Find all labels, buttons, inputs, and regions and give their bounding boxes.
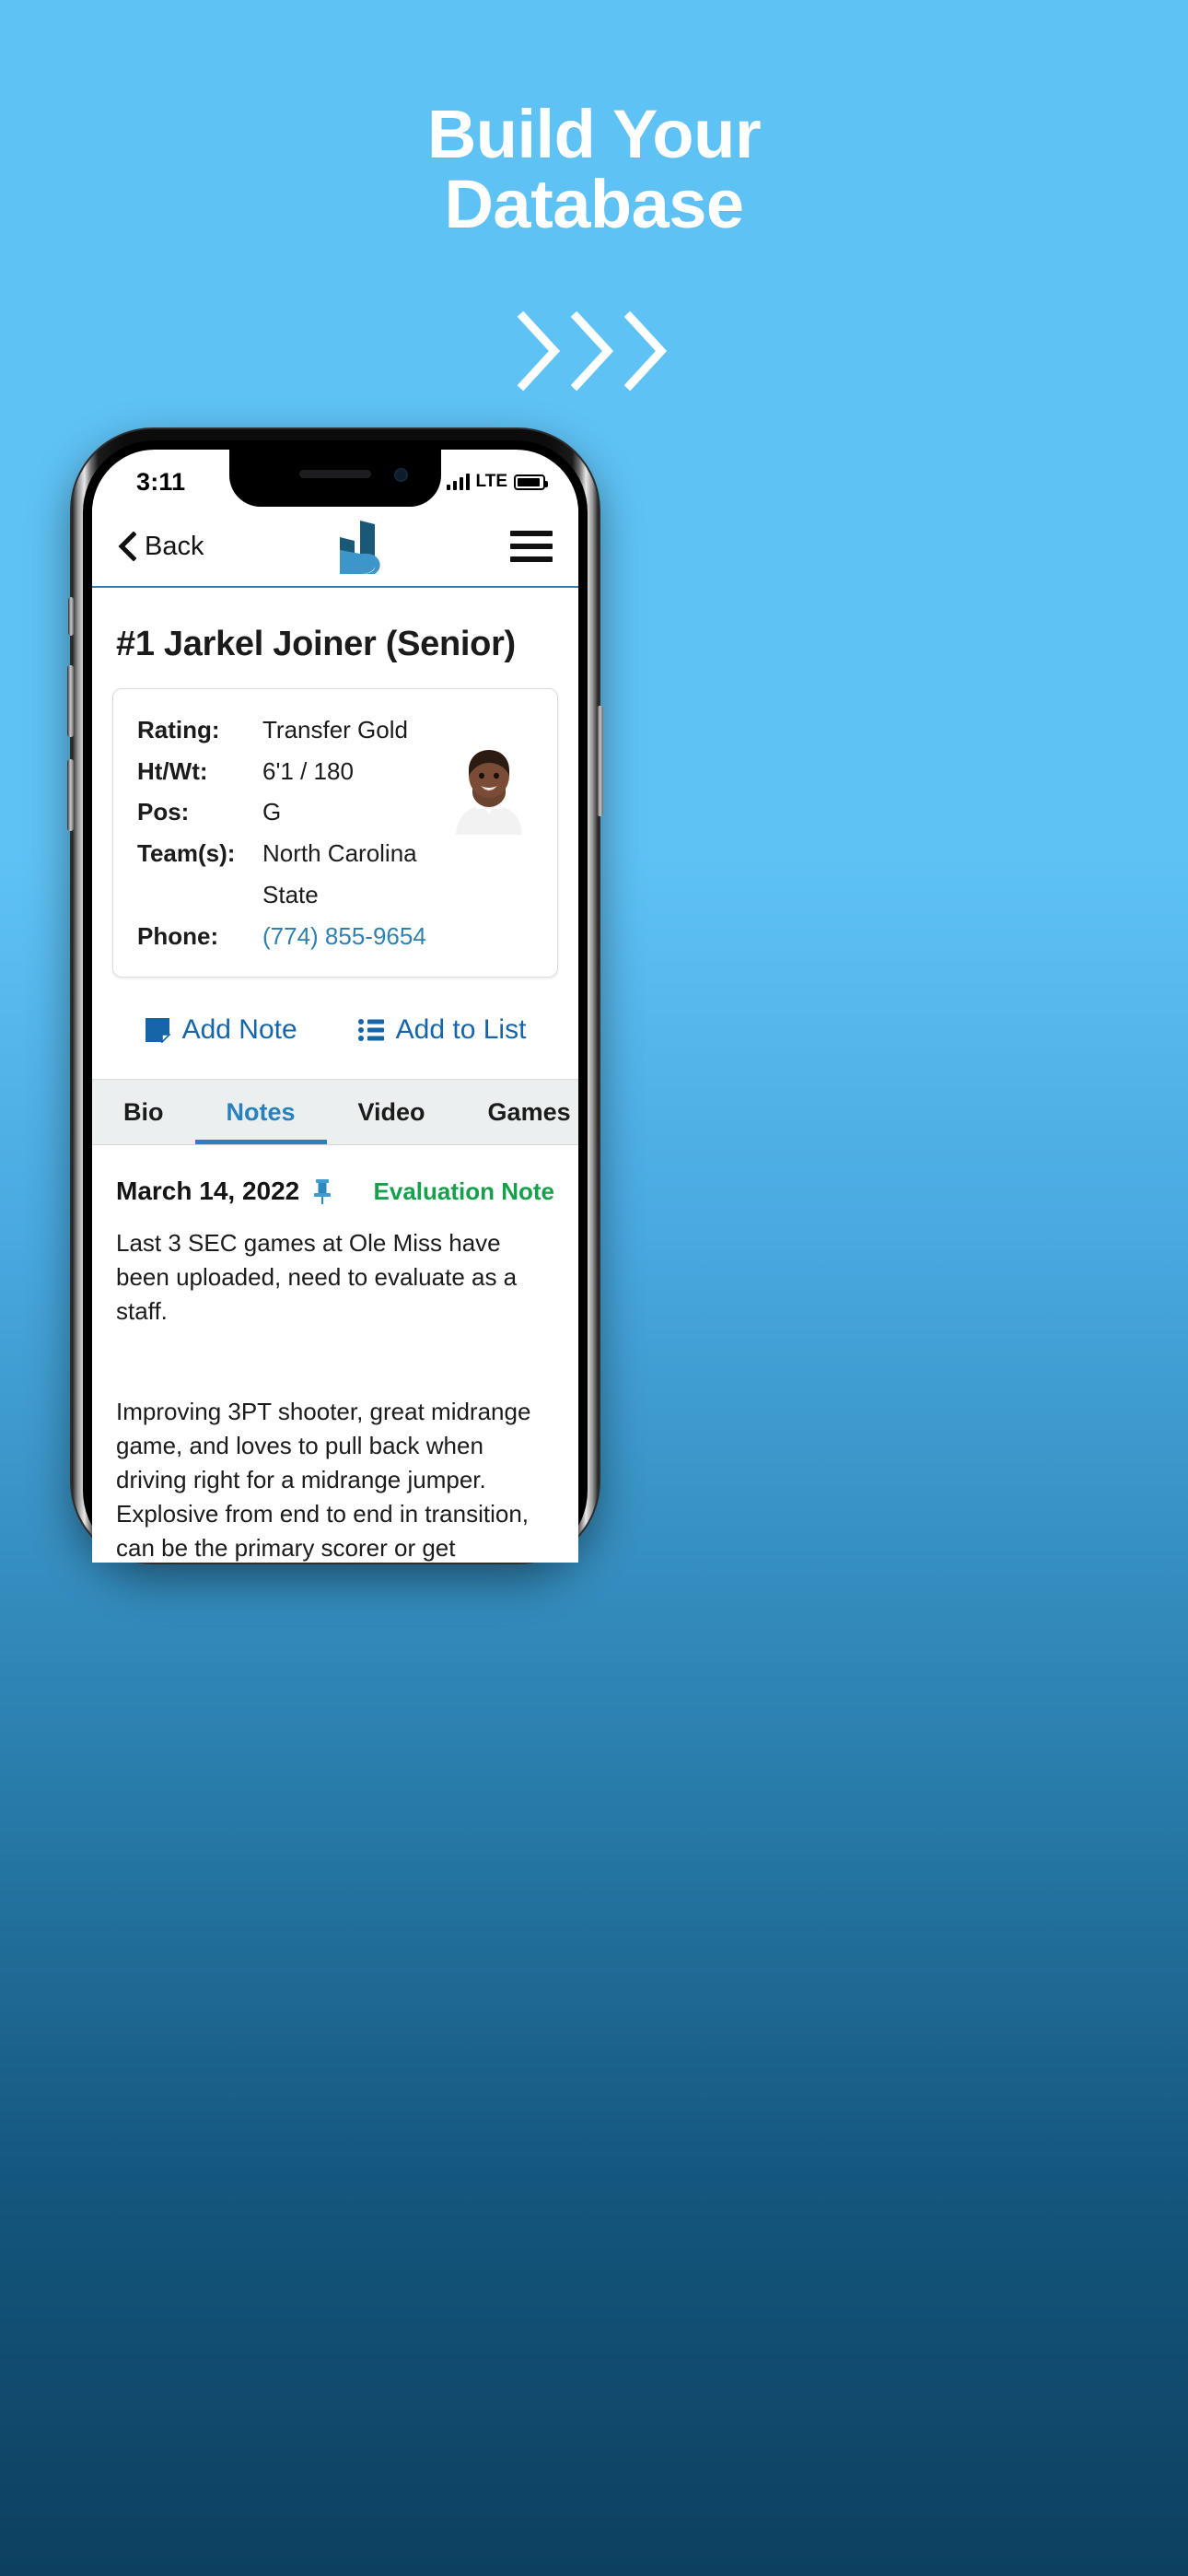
promo-title: Build Your Database <box>0 0 1188 240</box>
action-buttons-row: Add Note Add to List <box>92 978 578 1079</box>
chevron-right-icon <box>571 311 614 392</box>
tab-bio[interactable]: Bio <box>92 1080 195 1144</box>
back-button[interactable]: Back <box>118 532 204 562</box>
status-time: 3:11 <box>136 467 186 496</box>
hamburger-menu-icon[interactable] <box>509 531 553 562</box>
info-label: Ht/Wt: <box>137 756 208 785</box>
page-title: #1 Jarkel Joiner (Senior) <box>116 625 516 663</box>
battery-full-icon <box>514 474 548 490</box>
status-bar: 3:11 LTE <box>92 450 578 507</box>
table-row: Pos: G <box>137 791 439 833</box>
info-label: Team(s): <box>137 839 236 868</box>
table-row: Rating: Transfer Gold <box>137 709 439 751</box>
add-to-list-button[interactable]: Add to List <box>357 1014 527 1046</box>
note-date: March 14, 2022 <box>116 1177 300 1206</box>
note-date-group: March 14, 2022 <box>116 1177 332 1206</box>
info-value: North Carolina State <box>262 839 417 908</box>
promo-title-line2: Database <box>444 166 744 243</box>
tab-notes[interactable]: Notes <box>195 1080 327 1144</box>
info-value: G <box>262 798 282 826</box>
player-info-card: Rating: Transfer Gold Ht/Wt: 6'1 / 180 P… <box>112 688 558 978</box>
info-value: Transfer Gold <box>262 716 408 744</box>
player-headshot-avatar <box>439 743 539 835</box>
power-button[interactable] <box>597 706 603 816</box>
promo-header: Build Your Database <box>0 0 1188 392</box>
add-note-button[interactable]: Add Note <box>145 1014 297 1046</box>
phone-screen: 3:11 LTE Back #1 Jarkel Joiner (Senior) … <box>92 450 578 1563</box>
tab-video[interactable]: Video <box>327 1080 457 1144</box>
chevron-right-icon <box>624 311 668 392</box>
volume-up-button[interactable] <box>67 665 74 737</box>
note-paragraph-2: Improving 3PT shooter, great midrange ga… <box>116 1398 531 1562</box>
info-label: Rating: <box>137 716 220 744</box>
tab-bar: Bio Notes Video Games Activity <box>92 1079 578 1146</box>
app-logo-icon <box>339 521 380 574</box>
phone-device-frame: 3:11 LTE Back #1 Jarkel Joiner (Senior) … <box>67 429 603 1563</box>
signal-bars-icon <box>446 474 470 490</box>
note-panel: March 14, 2022 Evaluation Note Last 3 SE… <box>92 1145 578 1563</box>
table-row: Ht/Wt: 6'1 / 180 <box>137 751 439 792</box>
table-row: Phone: (774) 855-9654 <box>137 916 439 957</box>
table-row: Team(s): North Carolina State <box>137 833 439 915</box>
app-navbar: Back <box>92 507 578 588</box>
player-info-rows: Rating: Transfer Gold Ht/Wt: 6'1 / 180 P… <box>137 709 439 956</box>
promo-title-line1: Build Your <box>426 96 762 172</box>
network-type-label: LTE <box>475 472 507 491</box>
list-add-icon <box>357 1019 384 1042</box>
chevron-right-icon <box>518 311 561 392</box>
note-paragraph-1: Last 3 SEC games at Ole Miss have been u… <box>116 1229 518 1326</box>
info-label: Phone: <box>137 921 219 950</box>
tab-games[interactable]: Games <box>457 1080 578 1144</box>
mute-switch[interactable] <box>68 597 74 636</box>
chevron-left-icon <box>118 532 136 561</box>
note-type-badge: Evaluation Note <box>373 1177 554 1205</box>
status-indicators: LTE <box>446 472 548 492</box>
note-header: March 14, 2022 Evaluation Note <box>116 1177 554 1206</box>
pushpin-icon[interactable] <box>312 1178 332 1205</box>
add-to-list-label: Add to List <box>395 1014 527 1046</box>
info-value: 6'1 / 180 <box>262 756 354 785</box>
volume-down-button[interactable] <box>67 759 74 831</box>
add-note-label: Add Note <box>181 1014 297 1046</box>
back-button-label: Back <box>145 531 204 561</box>
note-add-icon <box>145 1018 170 1044</box>
info-label: Pos: <box>137 798 190 826</box>
phone-link[interactable]: (774) 855-9654 <box>262 916 426 957</box>
chevron-triple-group <box>0 311 1188 392</box>
